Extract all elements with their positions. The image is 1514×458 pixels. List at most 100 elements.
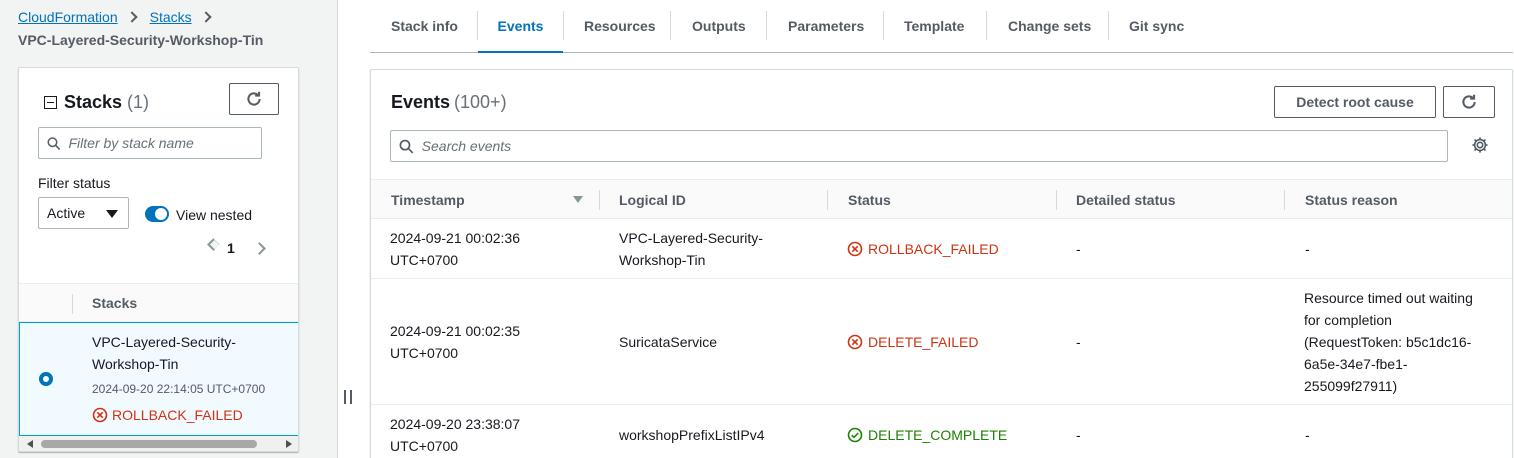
event-timestamp: 2024-09-21 00:02:36 UTC+0700 [390, 230, 520, 268]
stack-filter-field[interactable] [68, 135, 261, 151]
collapse-icon[interactable] [44, 96, 57, 109]
event-status-reason: - [1305, 427, 1310, 443]
column-header-status[interactable]: Status [848, 192, 891, 208]
events-table-header: Timestamp Logical ID Status Detailed sta… [371, 179, 1512, 219]
column-header-detailed-status[interactable]: Detailed status [1076, 192, 1176, 208]
stacks-sidebar: CloudFormation Stacks VPC-Layered-Securi… [0, 0, 338, 458]
tab-separator [563, 11, 564, 40]
filter-status-value: Active [47, 205, 86, 221]
tab-template[interactable]: Template [904, 0, 964, 52]
view-nested-toggle[interactable] [145, 206, 169, 222]
column-header-status-reason[interactable]: Status reason [1305, 192, 1398, 208]
events-refresh-button[interactable] [1443, 86, 1495, 118]
event-status: DELETE_COMPLETE [847, 424, 1007, 446]
caret-down-icon [106, 210, 118, 218]
error-icon [847, 334, 863, 350]
column-divider [72, 294, 73, 314]
tab-separator [883, 11, 884, 40]
gear-icon[interactable] [1471, 136, 1489, 154]
chevron-right-icon [199, 11, 212, 23]
column-divider[interactable] [1056, 190, 1057, 210]
stack-status-text: ROLLBACK_FAILED [112, 407, 243, 423]
stack-status: ROLLBACK_FAILED [92, 407, 243, 423]
stack-detail-tabs: Stack info Events Resources Outputs Para… [370, 0, 1513, 53]
stacks-panel-title: Stacks [64, 92, 123, 112]
stacks-table-header: Stacks [19, 283, 298, 322]
chevron-right-icon [125, 11, 138, 23]
stacks-refresh-button[interactable] [229, 83, 279, 115]
event-status-reason: - [1305, 241, 1310, 257]
column-header-logical-id[interactable]: Logical ID [619, 192, 686, 208]
events-count: (100+) [454, 92, 507, 112]
breadcrumb-cloudformation-link[interactable]: CloudFormation [18, 9, 118, 25]
tab-outputs[interactable]: Outputs [692, 0, 746, 52]
events-search-field[interactable] [421, 138, 1447, 154]
events-search-input[interactable] [390, 130, 1448, 162]
stack-select-radio[interactable] [39, 372, 53, 386]
table-row: 2024-09-20 23:38:07 UTC+0700 workshopPre… [371, 405, 1512, 458]
event-timestamp: 2024-09-20 23:38:07 UTC+0700 [390, 416, 520, 454]
page-title: VPC-Layered-Security-Workshop-Tin [18, 32, 264, 48]
filter-status-label: Filter status [38, 175, 111, 191]
tab-separator [986, 11, 987, 40]
event-detailed-status: - [1076, 241, 1081, 257]
search-icon [47, 136, 61, 150]
tab-separator [766, 11, 767, 40]
tab-change-sets[interactable]: Change sets [1008, 0, 1091, 52]
event-logical-id: workshopPrefixListIPv4 [619, 427, 765, 443]
panel-resize-handle-icon[interactable] [344, 390, 352, 404]
tab-git-sync[interactable]: Git sync [1129, 0, 1184, 52]
stacks-count: (1) [127, 92, 150, 112]
scroll-right-icon[interactable] [286, 440, 292, 448]
event-status-text: DELETE_COMPLETE [868, 427, 1008, 443]
next-page-icon[interactable] [252, 241, 266, 255]
stack-filter-input[interactable] [38, 127, 262, 159]
error-icon [92, 407, 108, 423]
column-divider[interactable] [827, 190, 828, 210]
breadcrumb-stacks-link[interactable]: Stacks [150, 9, 192, 25]
success-icon [847, 427, 863, 443]
column-divider[interactable] [599, 190, 600, 210]
stack-name-link[interactable]: VPC-Layered-Security-Workshop-Tin [92, 331, 262, 375]
event-logical-id: VPC-Layered-Security-Workshop-Tin [619, 230, 763, 268]
event-detailed-status: - [1076, 427, 1081, 443]
refresh-icon [247, 91, 261, 106]
table-row: 2024-09-21 00:02:36 UTC+0700 VPC-Layered… [371, 219, 1512, 279]
event-status-reason: Resource timed out waiting for completio… [1304, 290, 1473, 394]
filter-status-select[interactable]: Active [38, 197, 129, 229]
breadcrumb: CloudFormation Stacks [18, 9, 224, 25]
search-icon [399, 139, 414, 154]
event-status-text: ROLLBACK_FAILED [868, 241, 999, 257]
current-page[interactable]: 1 [227, 240, 235, 256]
event-status-text: DELETE_FAILED [868, 334, 979, 350]
stack-created-time: 2024-09-20 22:14:05 UTC+0700 [92, 382, 266, 396]
view-nested-label: View nested [176, 207, 253, 223]
sort-descending-icon[interactable] [573, 196, 583, 203]
event-logical-id: SuricataService [619, 334, 718, 350]
stacks-panel-header: Stacks (1) [44, 92, 149, 113]
horizontal-scrollbar[interactable] [19, 436, 298, 451]
events-title: Events (100+) [391, 92, 507, 113]
previous-page-icon[interactable] [207, 238, 220, 251]
table-row: 2024-09-21 00:02:35 UTC+0700 SuricataSer… [371, 279, 1512, 405]
tab-stack-info[interactable]: Stack info [391, 0, 458, 52]
events-panel: Events(100+) Detect root cause Timestamp… [370, 69, 1513, 458]
error-icon [847, 241, 863, 257]
stacks-column-header[interactable]: Stacks [92, 295, 137, 311]
scrollbar-thumb[interactable] [41, 440, 257, 448]
tab-events[interactable]: Events [478, 0, 563, 53]
tab-separator [670, 11, 671, 40]
tab-resources[interactable]: Resources [584, 0, 656, 52]
event-detailed-status: - [1076, 334, 1081, 350]
event-status: ROLLBACK_FAILED [847, 238, 999, 260]
table-row[interactable]: VPC-Layered-Security-Workshop-Tin 2024-0… [19, 322, 298, 436]
column-header-timestamp[interactable]: Timestamp [391, 192, 465, 208]
detect-root-cause-button[interactable]: Detect root cause [1274, 86, 1436, 118]
event-timestamp: 2024-09-21 00:02:35 UTC+0700 [390, 323, 520, 361]
refresh-icon [1462, 94, 1476, 109]
scroll-left-icon[interactable] [27, 440, 33, 448]
toggle-knob [155, 208, 167, 220]
tab-parameters[interactable]: Parameters [788, 0, 864, 52]
pagination: 1 [207, 238, 266, 256]
column-divider[interactable] [1284, 190, 1285, 210]
